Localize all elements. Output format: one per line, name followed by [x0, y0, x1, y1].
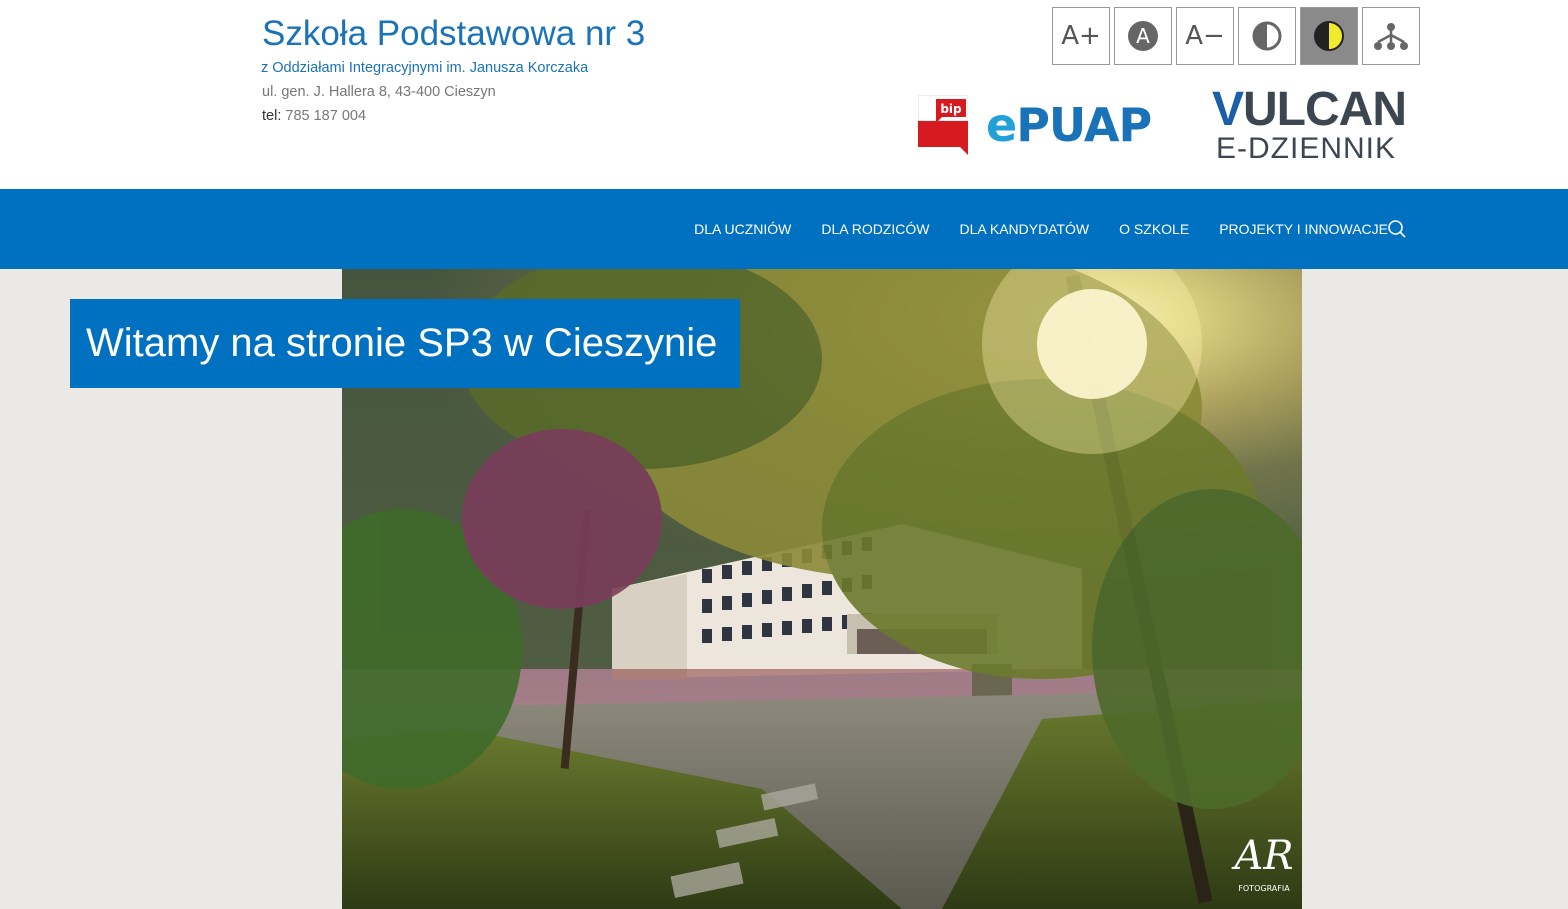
nav-item-dla-uczniow[interactable]: DLA UCZNIÓW: [694, 221, 791, 237]
font-decrease-button[interactable]: A−: [1176, 7, 1234, 65]
nav-item-dla-rodzicow[interactable]: DLA RODZICÓW: [821, 221, 929, 237]
accessibility-toolbar: A+ A A−: [1052, 7, 1420, 65]
hero-banner: AR FOTOGRAFIA Witamy na stronie SP3 w Ci…: [0, 269, 1568, 909]
service-logos: bip ePUAP VULCAN E-DZIENNIK: [917, 82, 1418, 172]
epuap-rest: PUAP: [1016, 98, 1152, 152]
svg-text:bip: bip: [940, 102, 962, 116]
phone-number[interactable]: 785 187 004: [285, 108, 366, 124]
vulcan-v: V: [1212, 83, 1244, 136]
main-navigation: DLA UCZNIÓW DLA RODZICÓW DLA KANDYDATÓW …: [0, 189, 1568, 269]
contrast-toggle-button[interactable]: [1238, 7, 1296, 65]
font-default-button[interactable]: A: [1114, 7, 1172, 65]
phone-label: tel:: [262, 108, 282, 124]
yellow-contrast-icon: [1314, 21, 1344, 51]
epuap-e: e: [986, 98, 1017, 152]
nav-item-dla-kandydatow[interactable]: DLA KANDYDATÓW: [960, 221, 1090, 237]
school-name[interactable]: Szkoła Podstawowa nr 3: [262, 14, 645, 54]
contrast-icon: [1252, 21, 1282, 51]
epuap-logo[interactable]: ePUAP: [986, 98, 1152, 152]
photographer-watermark: AR: [1230, 833, 1293, 879]
search-icon[interactable]: [1387, 219, 1407, 239]
font-default-icon: A: [1128, 21, 1158, 51]
nav-item-o-szkole[interactable]: O SZKOLE: [1119, 221, 1189, 237]
edziennik-label[interactable]: E-DZIENNIK: [1216, 132, 1396, 166]
nav-menu: DLA UCZNIÓW DLA RODZICÓW DLA KANDYDATÓW …: [694, 189, 1388, 269]
school-address: ul. gen. J. Hallera 8, 43-400 Cieszyn: [262, 84, 496, 100]
bip-logo[interactable]: bip: [917, 94, 969, 155]
nav-item-projekty[interactable]: PROJEKTY I INNOWACJE: [1219, 221, 1388, 237]
site-header: Szkoła Podstawowa nr 3 z Oddziałami Inte…: [0, 0, 1568, 189]
hero-title: Witamy na stronie SP3 w Cieszynie: [70, 299, 741, 388]
sitemap-icon: [1374, 23, 1408, 50]
svg-text:A: A: [1136, 24, 1150, 48]
school-phone: tel: 785 187 004: [262, 108, 366, 124]
sitemap-button[interactable]: [1362, 7, 1420, 65]
high-contrast-yellow-button[interactable]: [1300, 7, 1358, 65]
watermark-sub: FOTOGRAFIA: [1238, 884, 1290, 893]
vulcan-logo[interactable]: VULCAN: [1212, 82, 1407, 137]
vulcan-rest: ULCAN: [1243, 83, 1407, 136]
font-increase-button[interactable]: A+: [1052, 7, 1110, 65]
school-subtitle: z Oddziałami Integracyjnymi im. Janusza …: [261, 60, 589, 76]
